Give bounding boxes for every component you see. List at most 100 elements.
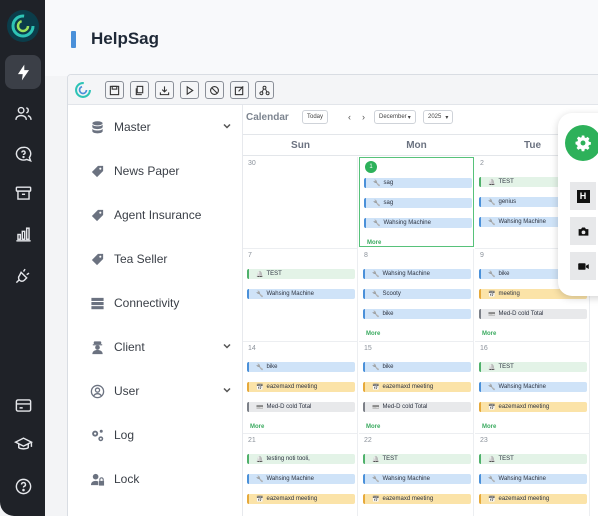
- menu-item-news-paper[interactable]: News Paper: [88, 160, 238, 182]
- agent-icon: [88, 339, 106, 355]
- calendar-day-cell[interactable]: 22 🔔 TEST 🔧 Wahsing Machine 📅 eazemaxd meeting: [359, 434, 474, 516]
- menu-item-master[interactable]: Master: [88, 116, 238, 138]
- more-link[interactable]: More: [250, 424, 264, 430]
- video-button[interactable]: [570, 252, 596, 280]
- calendar-event[interactable]: 🔧 sag: [364, 198, 472, 208]
- calendar-event[interactable]: 🔧 bike: [247, 362, 355, 372]
- side-menu: Master News Paper Agent Insurance Tea Se…: [68, 105, 240, 516]
- calendar-event[interactable]: 📅 eazemaxd meeting: [247, 494, 355, 504]
- block-icon: [210, 85, 219, 95]
- day-number: 9: [480, 252, 484, 259]
- menu-item-client[interactable]: Client: [88, 336, 238, 358]
- more-link[interactable]: More: [367, 240, 381, 246]
- calendar-event[interactable]: 🔧 Wahsing Machine: [363, 269, 471, 279]
- calendar-event[interactable]: 📅 eazemaxd meeting: [479, 402, 587, 412]
- toolbar-hierarchy-button[interactable]: [255, 81, 274, 99]
- rail-chart-button[interactable]: [5, 217, 41, 251]
- calendar-event[interactable]: 🔧 Wahsing Machine: [363, 474, 471, 484]
- calendar-event[interactable]: 🔔 TEST: [247, 269, 355, 279]
- calendar-day-cell[interactable]: 8 🔧 Wahsing Machine 🔧 Scooty 🔧 bike More: [359, 249, 474, 342]
- calendar-day-cell[interactable]: 15 🔧 bike 📅 eazemaxd meeting 💳 Med-D cold Tota…: [359, 342, 474, 434]
- calendar-event[interactable]: 💳 Med-D cold Total: [363, 402, 471, 412]
- rail-bolt-button[interactable]: [5, 55, 41, 89]
- menu-item-connectivity[interactable]: Connectivity: [88, 292, 238, 314]
- toolbar-save-button[interactable]: [105, 81, 124, 99]
- calendar-event[interactable]: 💳 Med-D cold Total: [479, 309, 587, 319]
- rail-graduation-button[interactable]: [5, 427, 41, 461]
- event-title: bike: [382, 311, 394, 317]
- calendar-event[interactable]: 🔧 bike: [363, 362, 471, 372]
- play-icon: [186, 85, 194, 95]
- calendar-day-cell[interactable]: 21 🔔 testing noti tooli, 🔧 Wahsing Machine 📅 e…: [243, 434, 358, 516]
- today-button[interactable]: Today: [302, 110, 329, 124]
- day-number: 7: [248, 252, 252, 259]
- calendar-event[interactable]: 🔧 Wahsing Machine: [479, 382, 587, 392]
- calendar-event[interactable]: 📅 eazemaxd meeting: [363, 382, 471, 392]
- calendar-event[interactable]: 📅 eazemaxd meeting: [363, 494, 471, 504]
- calendar-event[interactable]: 🔧 Wahsing Machine: [364, 218, 472, 228]
- copy-icon: [135, 85, 144, 95]
- calendar-event[interactable]: 🔧 Wahsing Machine: [479, 474, 587, 484]
- calendar-day-cell[interactable]: 14 🔧 bike 📅 eazemaxd meeting 💳 Med-D cold Tota…: [243, 342, 358, 434]
- caret-down-icon: ▾: [407, 114, 411, 121]
- rail-archive-button[interactable]: [5, 176, 41, 210]
- more-link[interactable]: More: [366, 331, 380, 337]
- year-select[interactable]: 2025 ▾: [423, 110, 454, 124]
- database-icon: [88, 119, 106, 135]
- calendar-day-cell[interactable]: 1 🔧 sag 🔧 sag 🔧 Wahsing Machine More: [359, 157, 474, 247]
- rail-users-button[interactable]: [5, 96, 41, 130]
- menu-item-label: Agent Insurance: [114, 208, 202, 222]
- calendar-event[interactable]: 🔧 sag: [364, 178, 472, 188]
- calendar-event[interactable]: 🔧 Wahsing Machine: [247, 289, 355, 299]
- calendar-event[interactable]: 🔧 Scooty: [363, 289, 471, 299]
- calendar-event[interactable]: 🔔 TEST: [479, 362, 587, 372]
- month-select[interactable]: December ▾: [374, 110, 416, 124]
- day-number: 16: [480, 345, 488, 352]
- calendar-event[interactable]: 💳 Med-D cold Total: [247, 402, 355, 412]
- menu-item-log[interactable]: Log: [88, 424, 238, 446]
- h-button[interactable]: H: [570, 182, 596, 210]
- calendar-event[interactable]: 📅 eazemaxd meeting: [479, 494, 587, 504]
- calendar-day-cell[interactable]: 30: [243, 157, 358, 249]
- more-link[interactable]: More: [482, 331, 496, 337]
- event-title: testing noti tooli,: [266, 456, 310, 462]
- toolbar-block-button[interactable]: [205, 81, 224, 99]
- rail-card-button[interactable]: [5, 388, 41, 422]
- calendar-event[interactable]: 🔧 bike: [363, 309, 471, 319]
- bell-icon: 🔔: [488, 364, 496, 371]
- toolbar-play-button[interactable]: [180, 81, 199, 99]
- chevron-down-icon: [223, 123, 231, 129]
- settings-button[interactable]: [565, 125, 598, 161]
- calendar-event[interactable]: 🔔 testing noti tooli,: [247, 454, 355, 464]
- camera-button[interactable]: [570, 217, 596, 245]
- calendar-day-cell[interactable]: 16 🔔 TEST 🔧 Wahsing Machine 📅 eazemaxd meeting…: [475, 342, 590, 434]
- gears-icon: [88, 427, 106, 443]
- calendar-day-cell[interactable]: 7 🔔 TEST 🔧 Wahsing Machine: [243, 249, 358, 342]
- bar-chart-icon: [15, 226, 31, 242]
- prev-month-button[interactable]: ‹: [348, 112, 351, 122]
- calendar-event[interactable]: 🔔 TEST: [363, 454, 471, 464]
- calendar-day-cell[interactable]: 23 🔔 TEST 🔧 Wahsing Machine 📅 eazemaxd meeting: [475, 434, 590, 516]
- toolbar-edit-button[interactable]: [230, 81, 249, 99]
- event-title: Wahsing Machine: [498, 219, 546, 225]
- calendar-event[interactable]: 🔔 TEST: [479, 454, 587, 464]
- next-month-button[interactable]: ›: [362, 112, 365, 122]
- calendar-event[interactable]: 📅 eazemaxd meeting: [247, 382, 355, 392]
- app-logo[interactable]: [7, 10, 39, 42]
- menu-item-user[interactable]: User: [88, 380, 238, 402]
- menu-item-agent-insurance[interactable]: Agent Insurance: [88, 204, 238, 226]
- calendar-event[interactable]: 🔧 Wahsing Machine: [247, 474, 355, 484]
- wrench-icon: 🔧: [488, 271, 496, 278]
- menu-item-lock[interactable]: Lock: [88, 468, 238, 490]
- rail-plug-button[interactable]: [5, 258, 41, 292]
- more-link[interactable]: More: [482, 424, 496, 430]
- menu-item-label: Log: [114, 428, 135, 442]
- rail-help-button[interactable]: [5, 469, 41, 503]
- rail-chat-button[interactable]: [5, 137, 41, 171]
- toolbar-copy-button[interactable]: [130, 81, 149, 99]
- toolbar-download-button[interactable]: [155, 81, 174, 99]
- menu-item-label: Master: [114, 120, 151, 134]
- menu-item-tea-seller[interactable]: Tea Seller: [88, 248, 238, 270]
- wrench-icon: 🔧: [372, 476, 380, 483]
- more-link[interactable]: More: [366, 424, 380, 430]
